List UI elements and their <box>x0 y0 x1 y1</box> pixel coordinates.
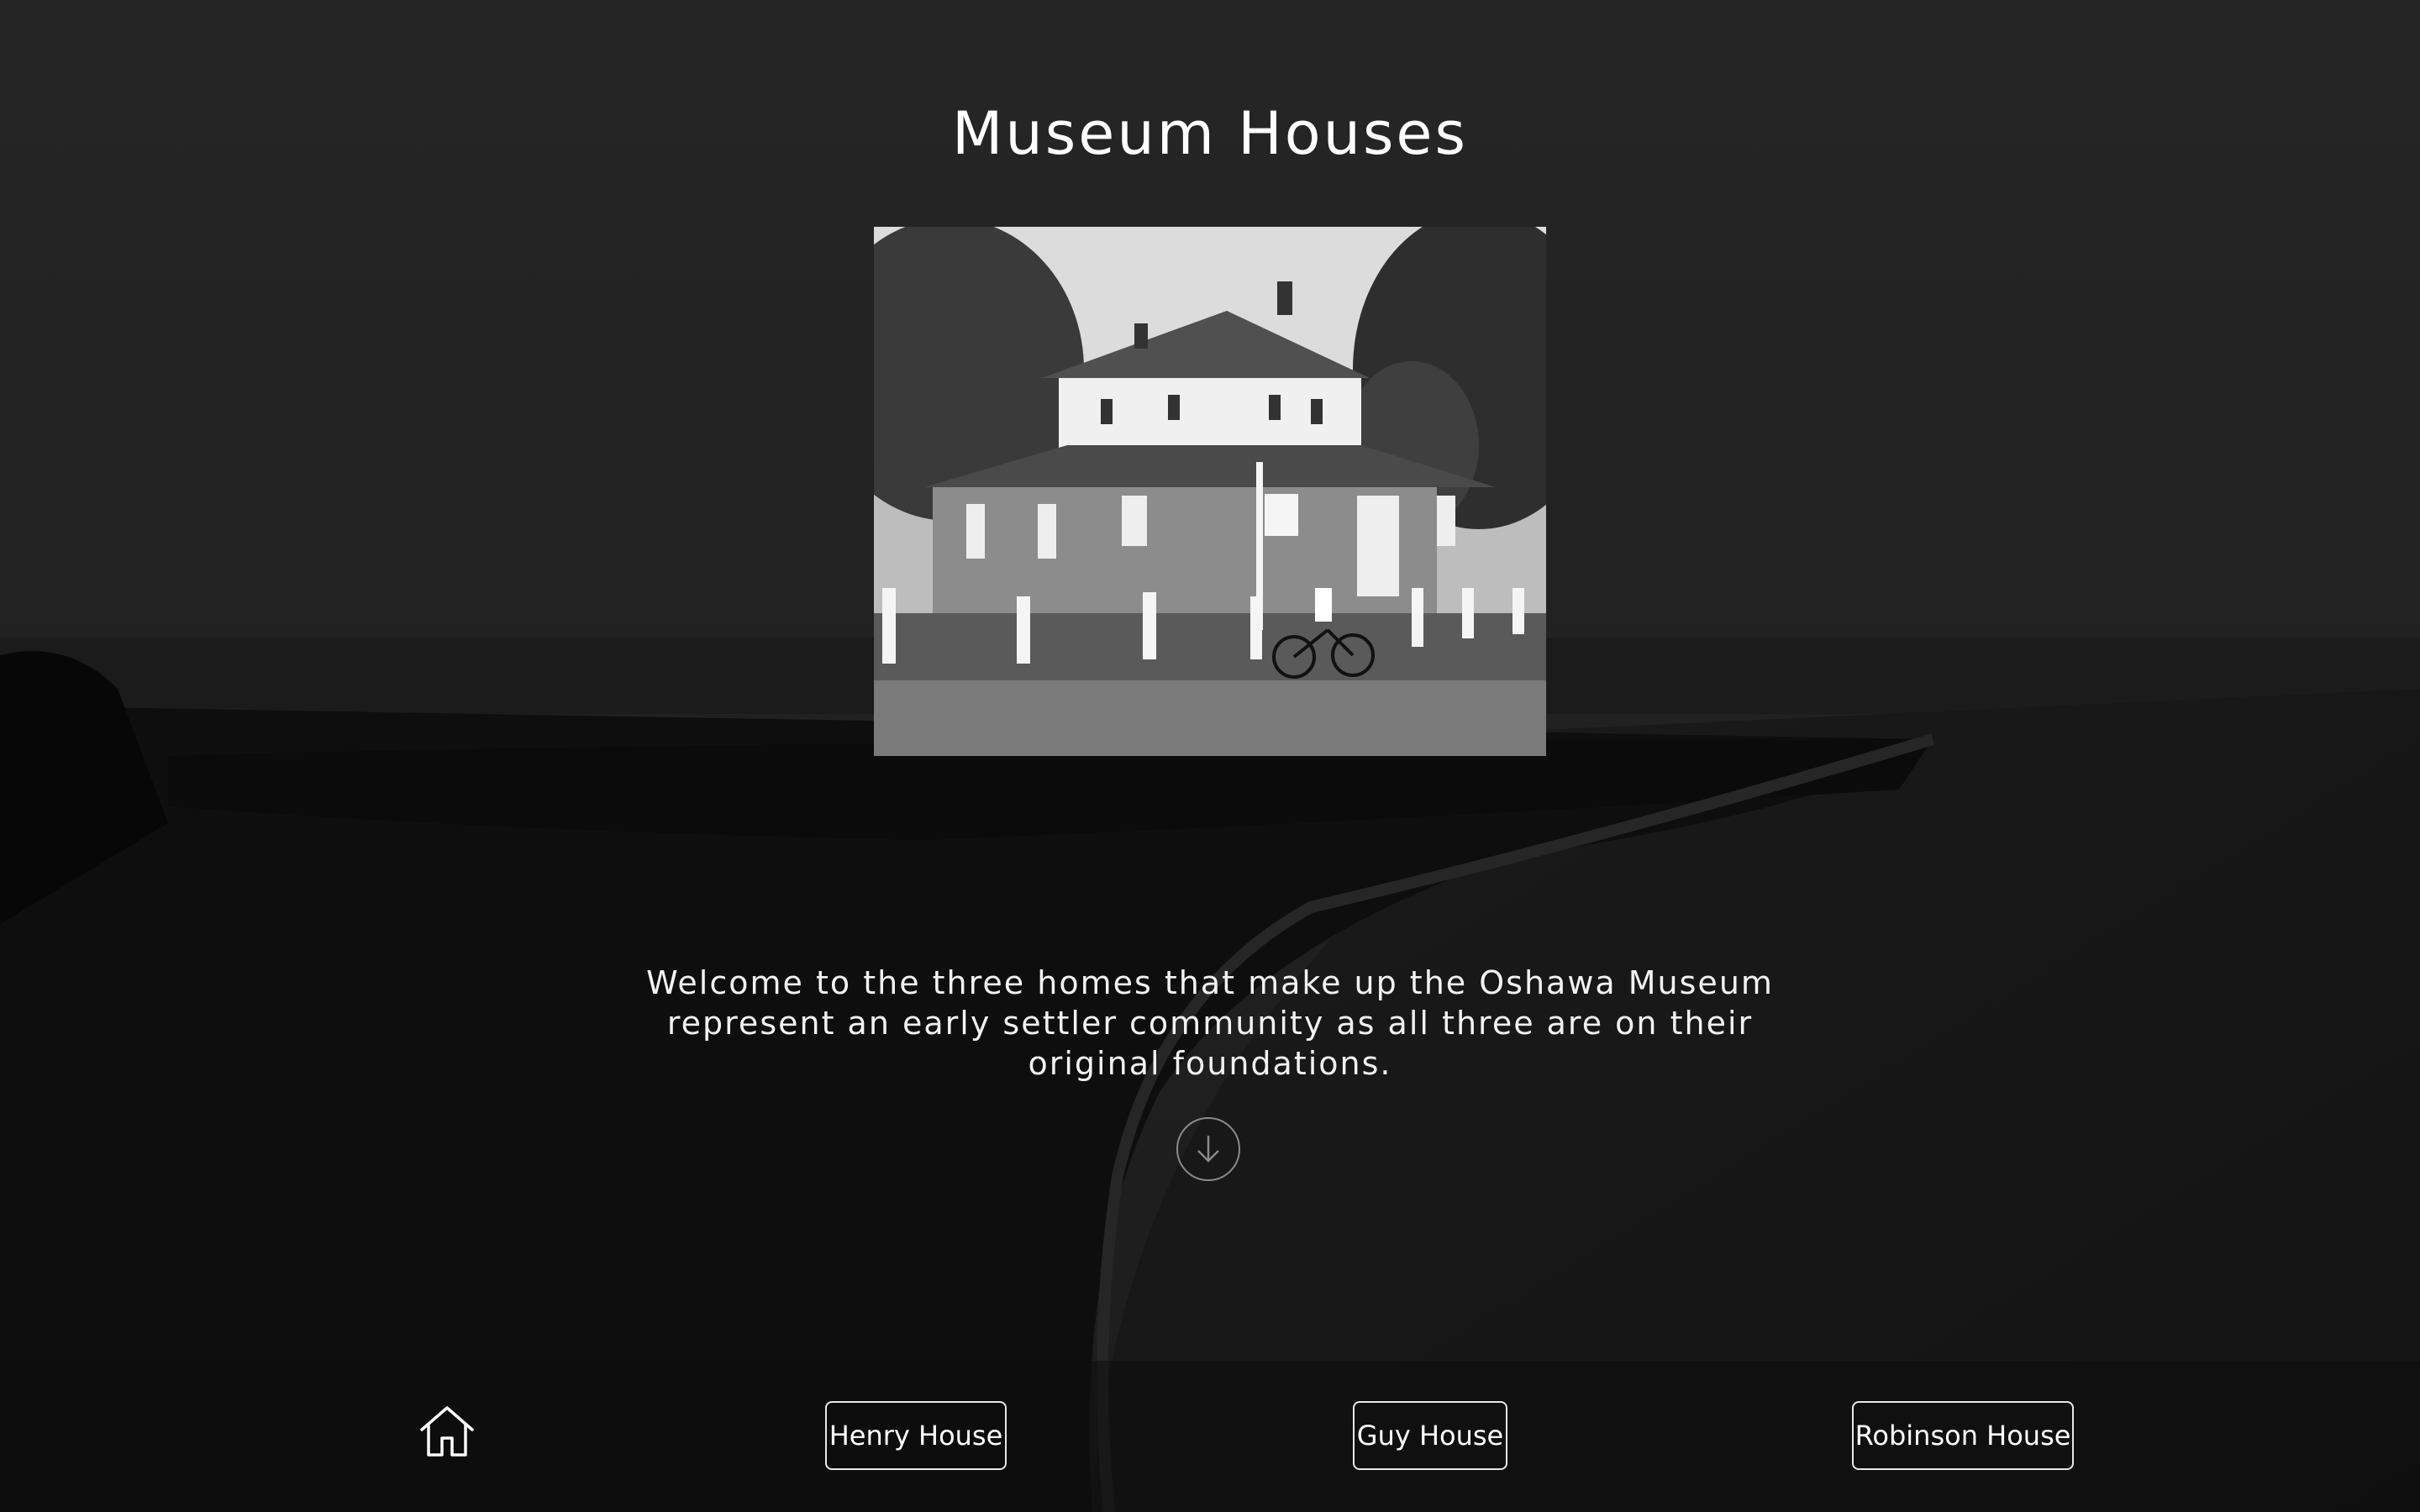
robinson-house-button[interactable]: Robinson House <box>1852 1401 2074 1470</box>
museum-houses-page: Museum Houses Welcome to the three homes… <box>0 0 2420 1512</box>
henry-house-photo <box>874 227 1546 756</box>
home-button[interactable] <box>417 1401 477 1462</box>
scroll-down-button[interactable] <box>1176 1117 1240 1181</box>
arrow-down-circle-icon <box>1197 1136 1219 1163</box>
home-icon <box>420 1406 474 1457</box>
guy-house-button[interactable]: Guy House <box>1353 1401 1507 1470</box>
intro-text: Welcome to the three homes that make up … <box>646 964 1774 1082</box>
henry-house-button[interactable]: Henry House <box>825 1401 1007 1470</box>
page-title: Museum Houses <box>952 99 1468 168</box>
